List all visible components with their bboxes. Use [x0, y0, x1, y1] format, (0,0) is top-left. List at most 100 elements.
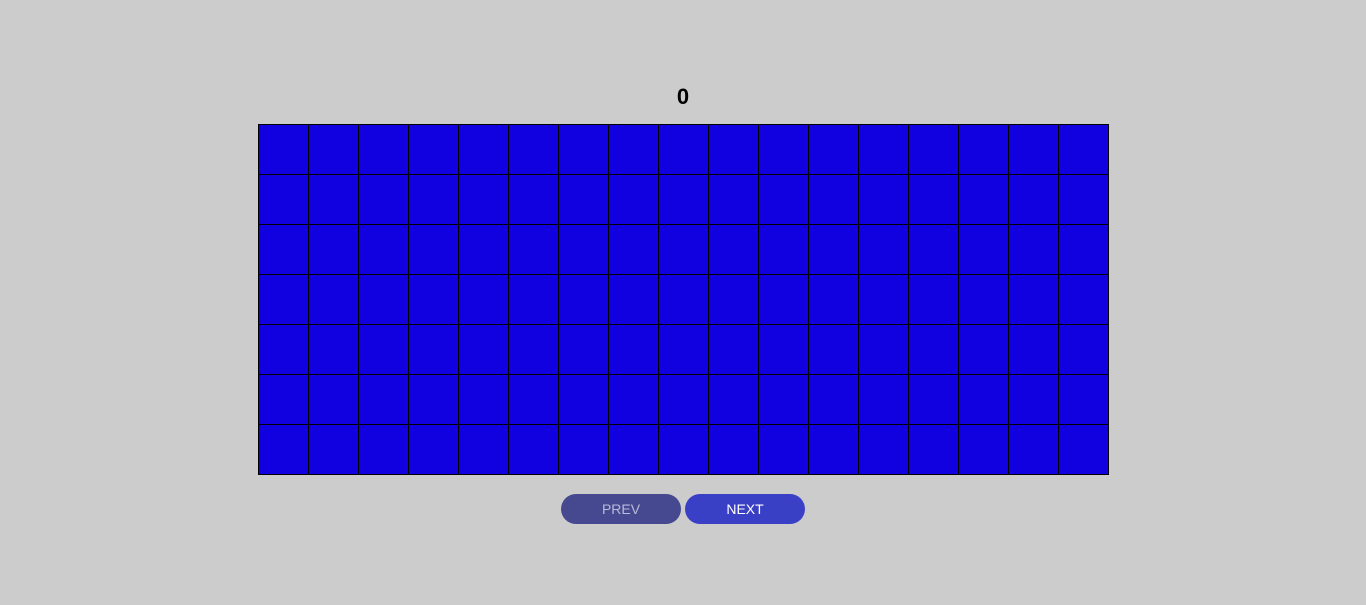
grid-cell[interactable]	[658, 224, 708, 274]
grid-cell[interactable]	[1008, 274, 1058, 324]
grid-cell[interactable]	[1008, 374, 1058, 424]
grid-cell[interactable]	[658, 424, 708, 474]
grid-cell[interactable]	[308, 174, 358, 224]
grid-cell[interactable]	[308, 324, 358, 374]
grid-cell[interactable]	[958, 324, 1008, 374]
grid-cell[interactable]	[1058, 424, 1108, 474]
grid-cell[interactable]	[408, 174, 458, 224]
grid-cell[interactable]	[708, 224, 758, 274]
grid-cell[interactable]	[808, 424, 858, 474]
grid-cell[interactable]	[958, 274, 1008, 324]
grid-cell[interactable]	[858, 274, 908, 324]
grid-cell[interactable]	[258, 224, 308, 274]
grid-cell[interactable]	[258, 424, 308, 474]
grid-cell[interactable]	[858, 224, 908, 274]
grid-cell[interactable]	[258, 374, 308, 424]
grid-cell[interactable]	[1008, 324, 1058, 374]
grid-cell[interactable]	[258, 274, 308, 324]
grid-cell[interactable]	[708, 424, 758, 474]
grid-cell[interactable]	[558, 424, 608, 474]
grid-cell[interactable]	[1008, 224, 1058, 274]
grid-cell[interactable]	[958, 424, 1008, 474]
grid-cell[interactable]	[1058, 324, 1108, 374]
grid-cell[interactable]	[808, 374, 858, 424]
grid-cell[interactable]	[908, 374, 958, 424]
grid-cell[interactable]	[358, 274, 408, 324]
grid-cell[interactable]	[808, 324, 858, 374]
grid-cell[interactable]	[858, 174, 908, 224]
grid-cell[interactable]	[858, 124, 908, 174]
grid-cell[interactable]	[858, 324, 908, 374]
grid-cell[interactable]	[558, 274, 608, 324]
grid-cell[interactable]	[1058, 174, 1108, 224]
grid-cell[interactable]	[308, 374, 358, 424]
grid-cell[interactable]	[758, 224, 808, 274]
grid-cell[interactable]	[958, 174, 1008, 224]
grid-cell[interactable]	[608, 224, 658, 274]
grid-cell[interactable]	[408, 424, 458, 474]
grid-cell[interactable]	[558, 224, 608, 274]
grid-cell[interactable]	[608, 374, 658, 424]
grid-cell[interactable]	[508, 274, 558, 324]
grid-cell[interactable]	[558, 374, 608, 424]
grid-cell[interactable]	[958, 224, 1008, 274]
grid-cell[interactable]	[558, 324, 608, 374]
grid-cell[interactable]	[358, 374, 408, 424]
grid-cell[interactable]	[708, 274, 758, 324]
grid-cell[interactable]	[808, 124, 858, 174]
grid-cell[interactable]	[758, 324, 808, 374]
grid-cell[interactable]	[358, 424, 408, 474]
grid-cell[interactable]	[458, 174, 508, 224]
grid-cell[interactable]	[958, 374, 1008, 424]
grid-cell[interactable]	[408, 274, 458, 324]
grid-cell[interactable]	[1058, 124, 1108, 174]
grid-cell[interactable]	[358, 324, 408, 374]
grid-cell[interactable]	[358, 174, 408, 224]
grid-cell[interactable]	[908, 124, 958, 174]
grid-cell[interactable]	[408, 374, 458, 424]
grid-cell[interactable]	[608, 124, 658, 174]
grid-cell[interactable]	[508, 174, 558, 224]
prev-button[interactable]: PREV	[561, 494, 681, 524]
grid-cell[interactable]	[908, 324, 958, 374]
grid-cell[interactable]	[808, 174, 858, 224]
grid-cell[interactable]	[608, 424, 658, 474]
grid-cell[interactable]	[658, 124, 708, 174]
grid-cell[interactable]	[408, 324, 458, 374]
grid-cell[interactable]	[808, 274, 858, 324]
grid-cell[interactable]	[858, 374, 908, 424]
grid-cell[interactable]	[908, 274, 958, 324]
grid-cell[interactable]	[708, 174, 758, 224]
grid-cell[interactable]	[508, 424, 558, 474]
grid-cell[interactable]	[1058, 274, 1108, 324]
grid-cell[interactable]	[308, 274, 358, 324]
grid-cell[interactable]	[508, 224, 558, 274]
grid-cell[interactable]	[758, 274, 808, 324]
grid-cell[interactable]	[308, 124, 358, 174]
grid-cell[interactable]	[908, 424, 958, 474]
grid-cell[interactable]	[958, 124, 1008, 174]
grid-cell[interactable]	[458, 224, 508, 274]
grid-cell[interactable]	[458, 424, 508, 474]
grid-cell[interactable]	[558, 124, 608, 174]
grid-cell[interactable]	[458, 324, 508, 374]
grid-cell[interactable]	[458, 374, 508, 424]
grid-cell[interactable]	[658, 174, 708, 224]
grid-cell[interactable]	[1008, 174, 1058, 224]
grid-cell[interactable]	[1008, 424, 1058, 474]
grid-cell[interactable]	[908, 224, 958, 274]
grid-cell[interactable]	[658, 324, 708, 374]
grid-cell[interactable]	[1058, 374, 1108, 424]
grid-cell[interactable]	[258, 324, 308, 374]
grid-cell[interactable]	[508, 124, 558, 174]
grid-cell[interactable]	[808, 224, 858, 274]
grid-cell[interactable]	[1058, 224, 1108, 274]
grid-cell[interactable]	[758, 124, 808, 174]
grid-cell[interactable]	[758, 174, 808, 224]
grid-cell[interactable]	[708, 324, 758, 374]
grid-cell[interactable]	[758, 374, 808, 424]
grid-cell[interactable]	[758, 424, 808, 474]
grid-cell[interactable]	[608, 274, 658, 324]
grid-cell[interactable]	[258, 174, 308, 224]
grid-cell[interactable]	[458, 124, 508, 174]
